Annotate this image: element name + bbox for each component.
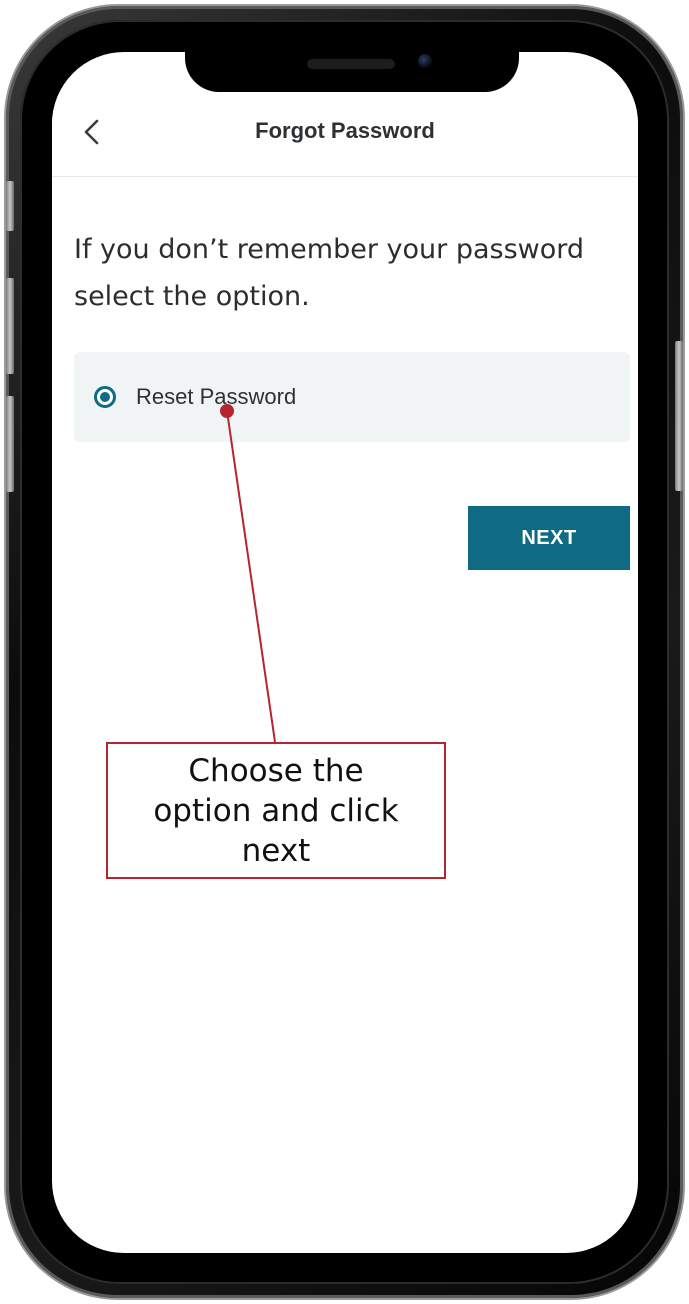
phone-screen: Forgot Password If you don’t remember yo… (52, 52, 638, 1253)
option-label: Reset Password (136, 384, 297, 409)
radio-dot (100, 392, 110, 402)
app-header: Forgot Password (52, 92, 638, 177)
speaker-grille (307, 59, 395, 69)
volume-up-button (6, 278, 14, 374)
notch (185, 52, 519, 92)
mute-switch (6, 181, 14, 231)
front-camera (418, 54, 432, 68)
power-button (675, 341, 683, 491)
instruction-text: If you don’t remember your password sele… (74, 234, 585, 312)
option-reset-password[interactable]: Reset Password (74, 352, 630, 442)
volume-down-button (6, 396, 14, 492)
callout-text: Choose the option and click next (153, 752, 399, 869)
next-button[interactable]: NEXT (468, 506, 630, 570)
annotation-callout: Choose the option and click next (106, 742, 446, 879)
radio-selected-icon[interactable] (94, 386, 116, 408)
page-title: Forgot Password (255, 118, 435, 143)
